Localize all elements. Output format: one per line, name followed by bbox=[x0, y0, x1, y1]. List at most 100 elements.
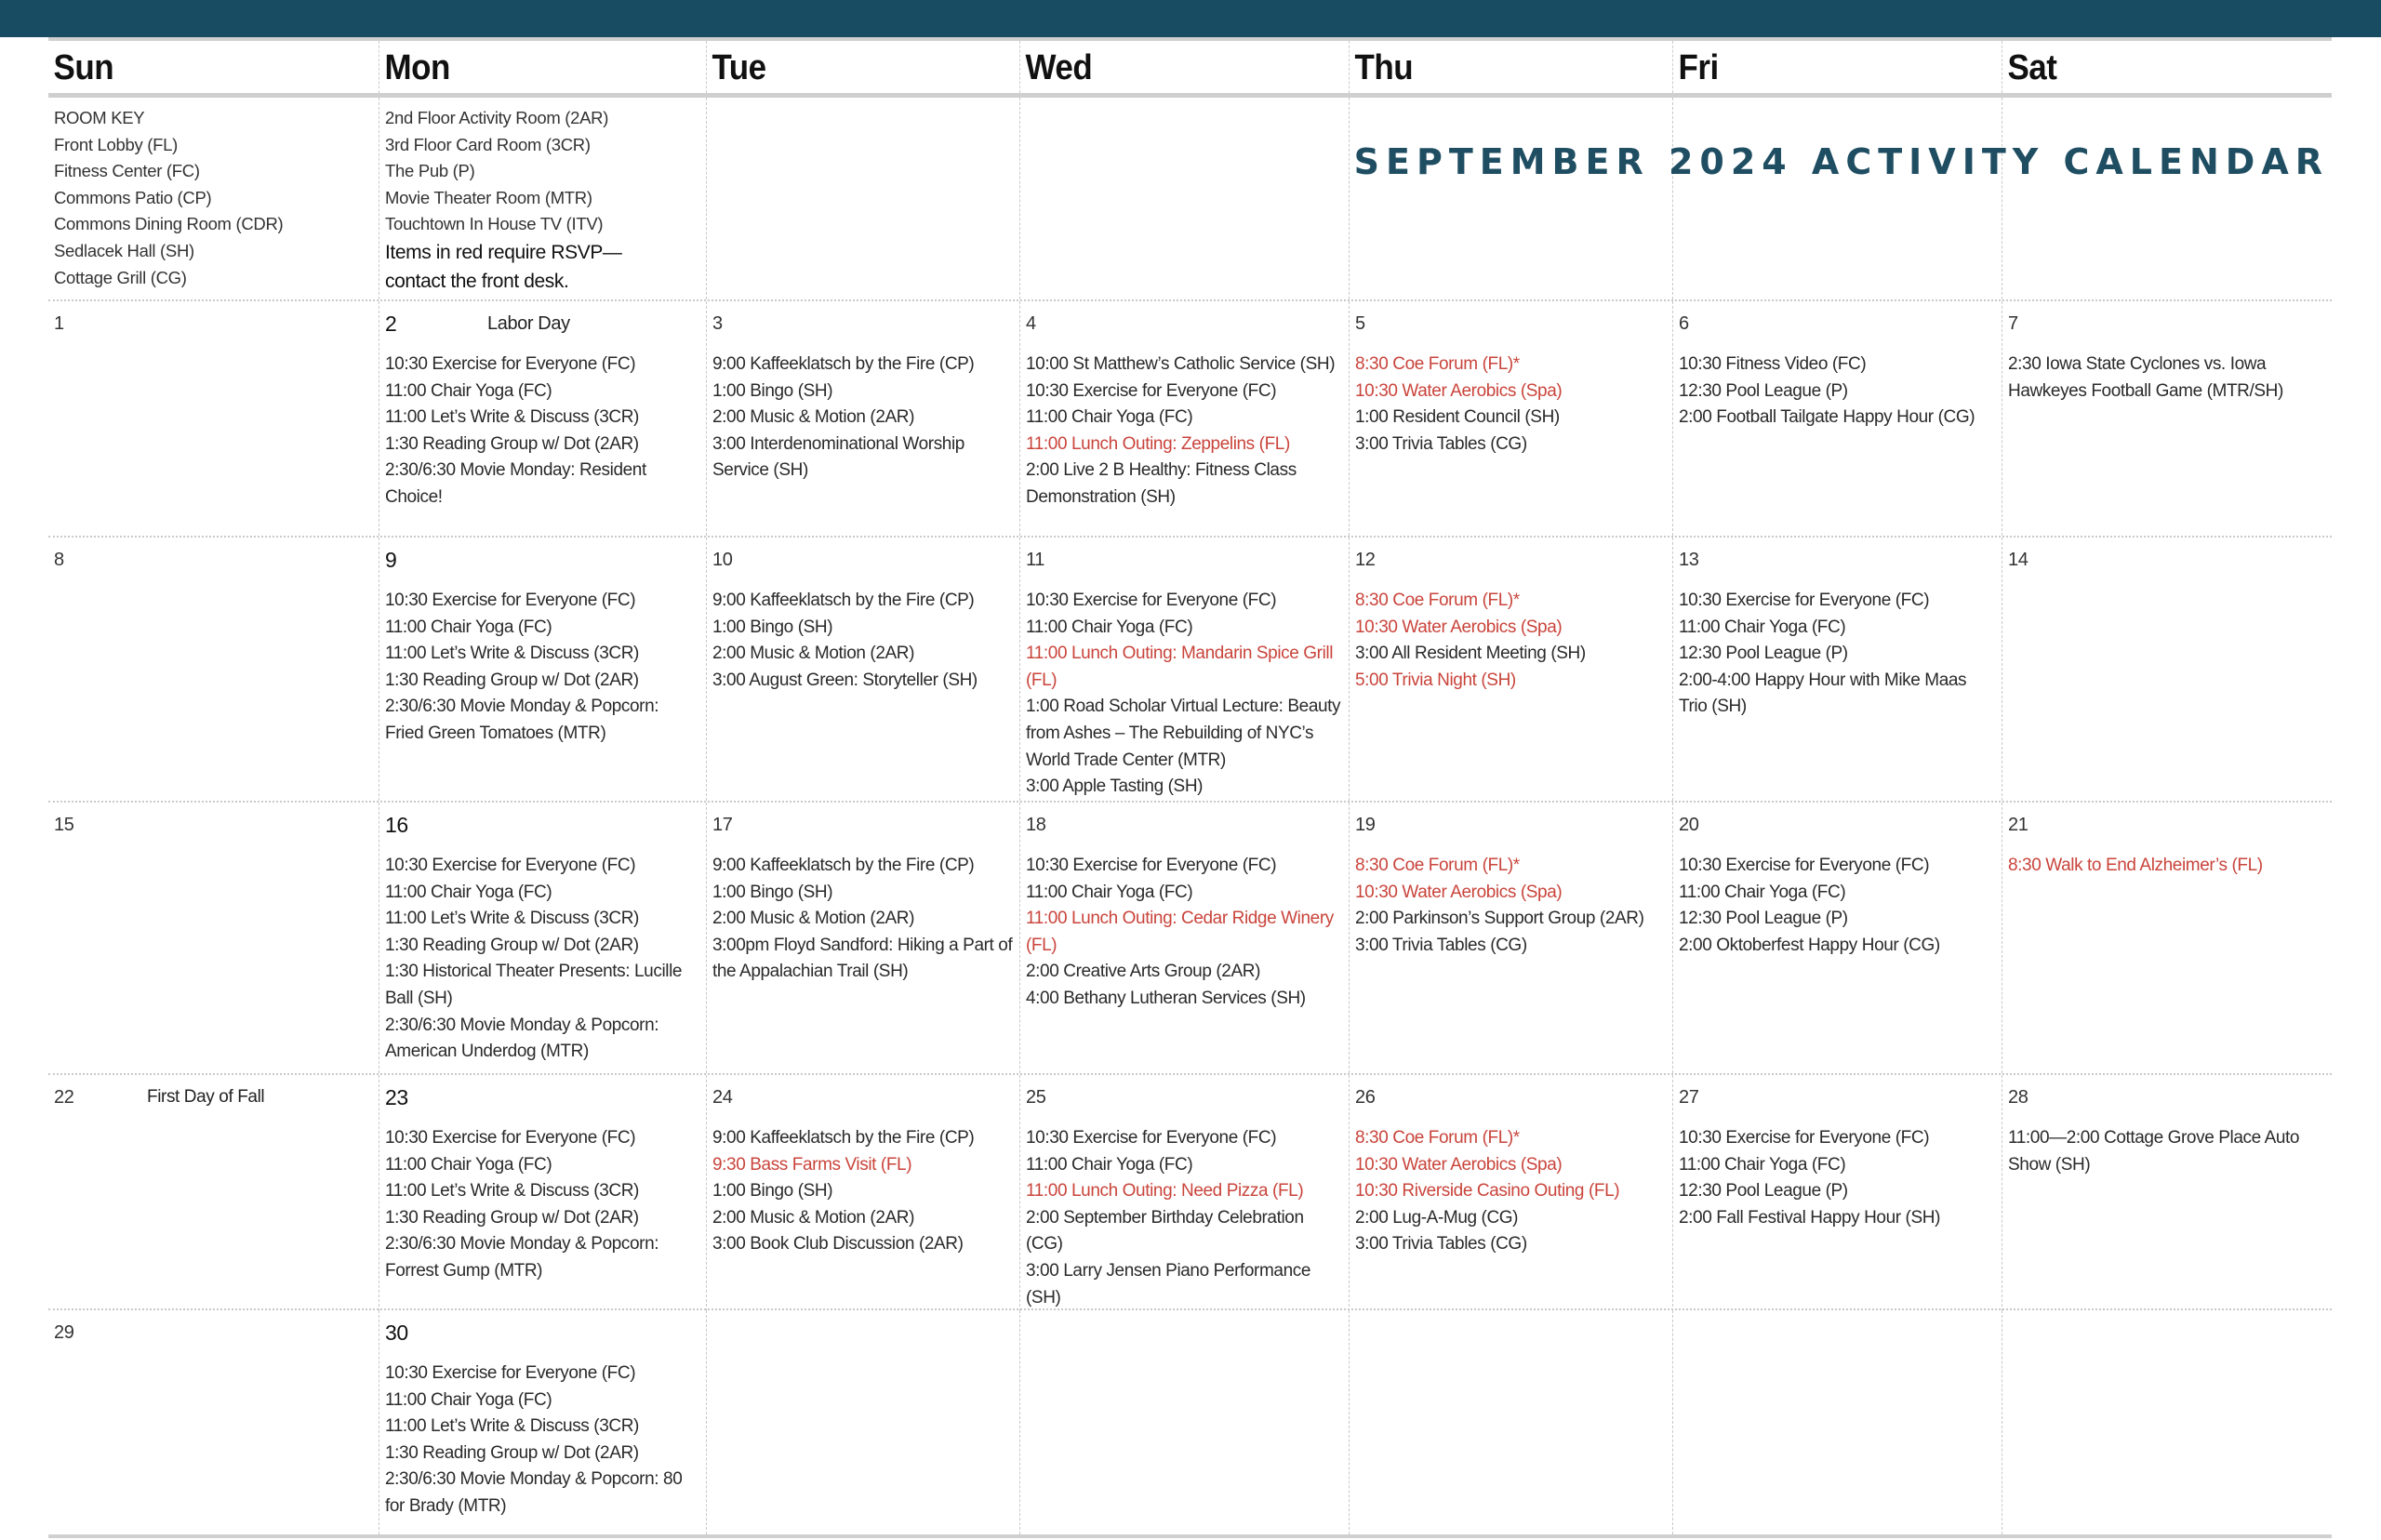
day-number: 29 bbox=[54, 1316, 373, 1361]
day-number: 5 bbox=[1355, 307, 1667, 352]
room-key-heading: ROOM KEY bbox=[54, 108, 145, 127]
day-number: 8 bbox=[54, 543, 373, 588]
event-item: 3:00 Apple Tasting (SH) bbox=[1026, 777, 1204, 797]
day-cell: 5 8:30 Coe Forum (FL)* 10:30 Water Aerobic… bbox=[1349, 301, 1672, 536]
event-item: 2:30/6:30 Movie Monday & Popcorn: Americ… bbox=[385, 1015, 659, 1062]
day-cell: 8 bbox=[48, 538, 379, 801]
empty-cell bbox=[1672, 1310, 2002, 1534]
day-cell: 27 10:30 Exercise for Everyone (FC) 11:00 … bbox=[1672, 1075, 2002, 1312]
day-number-text: 11 bbox=[1026, 550, 1044, 570]
day-number-text: 3 bbox=[712, 313, 723, 334]
event-item: 1:30 Reading Group w/ Dot (2AR) bbox=[385, 935, 639, 955]
event-item: 3:00 Book Club Discussion (2AR) bbox=[712, 1234, 964, 1255]
event-item: 10:30 Exercise for Everyone (FC) bbox=[385, 354, 636, 374]
day-cell: 2 Labor Day 10:30 Exercise for Everyone (F… bbox=[379, 301, 706, 536]
event-item: 11:00—2:00 Cottage Grove Place Auto Show… bbox=[2008, 1128, 2300, 1175]
day-cell: 17 9:00 Kaffeeklatsch by the Fire (CP) 1:0… bbox=[706, 803, 1019, 1073]
event-item: 2:00 Lug-A-Mug (CG) bbox=[1355, 1207, 1519, 1228]
day-number: 30 bbox=[385, 1316, 700, 1361]
day-number: 10 bbox=[712, 543, 1014, 588]
event-item-rsvp: 10:30 Water Aerobics (Spa) bbox=[1355, 380, 1563, 401]
day-number: 28 bbox=[2008, 1081, 2326, 1125]
day-number-text: 1 bbox=[54, 313, 64, 334]
event-item: 2:00 Oktoberfest Happy Hour (CG) bbox=[1679, 935, 1940, 955]
day-number: 18 bbox=[1026, 808, 1343, 853]
day-cell: 4 10:00 St Matthew’s Catholic Service (SH… bbox=[1019, 301, 1349, 536]
event-item: 9:00 Kaffeeklatsch by the Fire (CP) bbox=[712, 354, 975, 374]
day-cell: 15 bbox=[48, 803, 379, 1073]
holiday-label: Labor Day bbox=[487, 313, 570, 334]
rsvp-note: Items in red require RSVP— bbox=[385, 241, 622, 263]
event-item-rsvp: 11:00 Lunch Outing: Zeppelins (FL) bbox=[1026, 433, 1290, 454]
event-item: 11:00 Let’s Write & Discuss (3CR) bbox=[385, 1416, 639, 1437]
day-cell: 24 9:00 Kaffeeklatsch by the Fire (CP) 9:3… bbox=[706, 1075, 1019, 1312]
page-title: SEPTEMBER 2024 ACTIVITY CALENDAR bbox=[1353, 141, 2329, 182]
event-item: 2:30/6:30 Movie Monday & Popcorn: Fried … bbox=[385, 697, 659, 743]
day-cell: 14 bbox=[2002, 538, 2332, 801]
event-item-rsvp: 10:30 Water Aerobics (Spa) bbox=[1355, 1154, 1563, 1175]
event-item: 11:00 Chair Yoga (FC) bbox=[385, 1154, 552, 1175]
day-number-text: 14 bbox=[2008, 550, 2029, 570]
event-item: 3:00 All Resident Meeting (SH) bbox=[1355, 644, 1586, 664]
event-item: 11:00 Chair Yoga (FC) bbox=[1026, 882, 1193, 902]
day-number: 16 bbox=[385, 808, 700, 853]
day-number-text: 30 bbox=[385, 1321, 408, 1345]
day-number-text: 2 bbox=[385, 312, 397, 336]
event-item: 11:00 Chair Yoga (FC) bbox=[1679, 617, 1846, 637]
day-number-text: 24 bbox=[712, 1087, 733, 1108]
room-key-item: Fitness Center (FC) bbox=[54, 161, 200, 181]
event-item: 10:30 Exercise for Everyone (FC) bbox=[385, 591, 636, 610]
day-number-text: 5 bbox=[1355, 313, 1365, 334]
event-item: 12:30 Pool League (P) bbox=[1679, 644, 1848, 664]
day-number-text: 4 bbox=[1026, 313, 1036, 334]
event-item: 10:30 Exercise for Everyone (FC) bbox=[1679, 591, 1930, 610]
day-number: 12 bbox=[1355, 543, 1667, 588]
event-item: 10:30 Exercise for Everyone (FC) bbox=[1026, 1128, 1277, 1148]
event-item: 2:00 September Birthday Celebration (CG) bbox=[1026, 1207, 1304, 1255]
event-item: 10:30 Exercise for Everyone (FC) bbox=[385, 1363, 636, 1383]
event-item: 1:00 Road Scholar Virtual Lecture: Beaut… bbox=[1026, 697, 1341, 770]
day-number: 21 bbox=[2008, 808, 2326, 853]
day-cell: 18 10:30 Exercise for Everyone (FC) 11:00 … bbox=[1019, 803, 1349, 1073]
event-item: 12:30 Pool League (P) bbox=[1679, 1181, 1848, 1201]
day-cell: 26 8:30 Coe Forum (FL)* 10:30 Water Aerobi… bbox=[1349, 1075, 1672, 1312]
event-item: 2:00 Creative Arts Group (2AR) bbox=[1026, 962, 1260, 982]
event-item: 11:00 Let’s Write & Discuss (3CR) bbox=[385, 407, 639, 428]
day-cell: 6 10:30 Fitness Video (FC) 12:30 Pool Leag… bbox=[1672, 301, 2002, 536]
day-number: 26 bbox=[1355, 1081, 1667, 1125]
room-key-item: Commons Patio (CP) bbox=[54, 187, 212, 207]
event-item-rsvp: 10:30 Water Aerobics (Spa) bbox=[1355, 882, 1563, 902]
event-item: 2:30/6:30 Movie Monday & Popcorn: 80 for… bbox=[385, 1469, 683, 1516]
day-number: 13 bbox=[1679, 543, 1996, 588]
empty-cell bbox=[1019, 1310, 1349, 1534]
day-number-text: 18 bbox=[1026, 815, 1046, 835]
event-item-rsvp: 8:30 Coe Forum (FL)* bbox=[1355, 591, 1520, 610]
event-item: 10:30 Exercise for Everyone (FC) bbox=[385, 856, 636, 875]
day-number-text: 9 bbox=[385, 548, 397, 572]
day-cell: 7 2:30 Iowa State Cyclones vs. Iowa Hawke… bbox=[2002, 301, 2332, 536]
event-item: 1:30 Historical Theater Presents: Lucill… bbox=[385, 962, 683, 1008]
event-item: 3:00pm Floyd Sandford: Hiking a Part of … bbox=[712, 935, 1013, 982]
room-key-item: Sedlacek Hall (SH) bbox=[54, 240, 194, 260]
event-item: 10:30 Exercise for Everyone (FC) bbox=[1026, 856, 1277, 875]
event-item: 2:00 Football Tailgate Happy Hour (CG) bbox=[1679, 407, 1975, 428]
day-number-text: 13 bbox=[1679, 550, 1699, 570]
event-item: 12:30 Pool League (P) bbox=[1679, 909, 1848, 929]
event-item: 9:00 Kaffeeklatsch by the Fire (CP) bbox=[712, 591, 975, 610]
day-number bbox=[1355, 1316, 1667, 1361]
day-number-text: 29 bbox=[54, 1322, 74, 1343]
event-item: 3:00 Trivia Tables (CG) bbox=[1355, 433, 1527, 454]
empty-cell bbox=[1672, 98, 2002, 299]
event-item: 11:00 Chair Yoga (FC) bbox=[385, 380, 552, 401]
weekday-thu: Thu bbox=[1349, 41, 1646, 93]
week-row: 8 9 10:30 Exercise for Everyone (FC) 11:00 … bbox=[48, 538, 2332, 803]
day-number-text: 8 bbox=[54, 550, 64, 570]
room-key-item: Touchtown In House TV (ITV) bbox=[385, 214, 604, 234]
weekday-sun: Sun bbox=[53, 48, 114, 87]
day-number-text: 21 bbox=[2008, 815, 2029, 835]
event-item-rsvp: 11:00 Lunch Outing: Mandarin Spice Grill… bbox=[1026, 644, 1334, 690]
event-item: 11:00 Chair Yoga (FC) bbox=[385, 882, 552, 902]
event-item: 3:00 Trivia Tables (CG) bbox=[1355, 1234, 1527, 1255]
day-number bbox=[1026, 1316, 1343, 1361]
room-key-row: ROOM KEY Front Lobby (FL) Fitness Center… bbox=[48, 98, 2332, 301]
